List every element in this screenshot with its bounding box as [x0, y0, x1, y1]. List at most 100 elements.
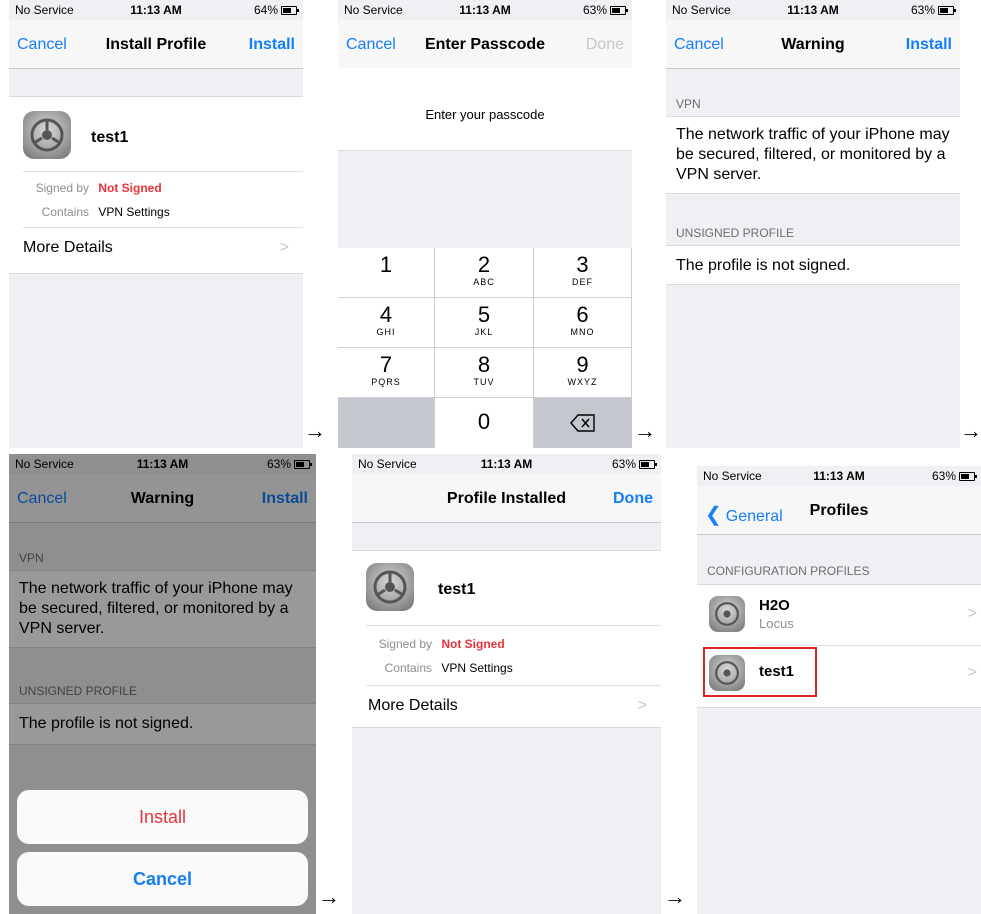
arrow-icon: → — [664, 884, 686, 909]
dim-overlay — [9, 454, 316, 914]
keypad-key-0[interactable]: 0 — [435, 398, 534, 448]
signed-by-value: Not Signed — [441, 637, 505, 651]
profile-name: test1 — [438, 581, 476, 598]
section-header: CONFIGURATION PROFILES — [707, 564, 870, 578]
keypad-key-7[interactable]: 7 PQRS — [338, 348, 435, 398]
vpn-warning-text: The network traffic of your iPhone may b… — [676, 126, 950, 183]
signed-by-value: Not Signed — [98, 181, 162, 195]
more-details-link[interactable]: More Details — [368, 697, 458, 715]
install-confirm-button[interactable]: Install — [17, 790, 308, 844]
contains-value: VPN Settings — [98, 205, 170, 219]
screen-warning: No Service 11:13 AM 63% Cancel Warning I… — [666, 0, 960, 448]
chevron-right-icon: > — [279, 239, 289, 256]
screen-install-profile: No Service 11:13 AM 64% Cancel Install P… — [9, 0, 303, 448]
arrow-icon: → — [318, 884, 340, 909]
keypad-key-9[interactable]: 9 WXYZ — [534, 348, 632, 398]
key-letters: PQRS — [371, 377, 401, 387]
settings-gear-icon — [709, 596, 745, 632]
signed-by-row: Signed by Not Signed — [9, 181, 162, 195]
key-digit: 8 — [477, 352, 491, 377]
list-item-test1[interactable]: test1 > — [697, 646, 981, 706]
keypad-blank — [338, 398, 434, 448]
done-button[interactable]: Done — [613, 490, 653, 508]
key-digit: 5 — [477, 302, 491, 327]
signed-by-label: Signed by — [378, 637, 432, 651]
key-digit: 9 — [576, 352, 589, 377]
settings-gear-icon — [366, 563, 414, 611]
passcode-input[interactable] — [338, 190, 632, 248]
unsigned-card: The profile is not signed. — [666, 245, 960, 285]
profile-name: test1 — [759, 663, 795, 680]
chevron-right-icon: > — [967, 605, 977, 622]
battery-icon — [959, 471, 977, 481]
chevron-right-icon: > — [967, 664, 977, 681]
vpn-warning-card: The network traffic of your iPhone may b… — [666, 116, 960, 194]
profile-card: test1 Signed by Not Signed Contains VPN … — [9, 96, 303, 274]
key-letters: WXYZ — [567, 377, 598, 387]
nav-bar: Cancel Warning Install — [666, 20, 960, 69]
keypad-key-6[interactable]: 6 MNO — [534, 298, 632, 348]
signed-by-row: Signed by Not Signed — [352, 637, 505, 651]
passcode-area: Enter your passcode — [338, 68, 632, 151]
install-button[interactable]: Install — [906, 36, 952, 54]
keypad-key-3[interactable]: 3 DEF — [534, 248, 632, 298]
unsigned-section-header: UNSIGNED PROFILE — [676, 226, 795, 240]
battery-icon — [610, 5, 628, 15]
key-digit: 0 — [477, 409, 491, 434]
keypad-key-1[interactable]: 1 — [338, 248, 435, 298]
profile-subtitle: Locus — [759, 616, 794, 631]
battery-label: 63% — [910, 3, 935, 17]
keypad-key-8[interactable]: 8 TUV — [435, 348, 534, 398]
screen-warning-action-sheet: No Service 11:13 AM 63% Cancel Warning I… — [9, 454, 316, 914]
cancel-sheet-button[interactable]: Cancel — [17, 852, 308, 906]
delete-icon[interactable] — [534, 398, 632, 448]
contains-value: VPN Settings — [441, 661, 513, 675]
profile-name: test1 — [91, 129, 129, 146]
contains-label: Contains — [41, 205, 89, 219]
key-digit: 1 — [379, 252, 393, 277]
keypad-key-2[interactable]: 2 ABC — [435, 248, 534, 298]
key-digit: 3 — [576, 252, 589, 277]
status-bar: No Service 11:13 AM 63% — [352, 454, 661, 474]
unsigned-text: The profile is not signed. — [676, 257, 851, 274]
status-bar: No Service 11:13 AM 63% — [697, 466, 981, 486]
battery-label: 64% — [253, 3, 278, 17]
settings-gear-icon — [709, 655, 745, 691]
battery-icon — [639, 459, 657, 469]
key-digit: 2 — [477, 252, 491, 277]
passcode-prompt: Enter your passcode — [425, 107, 545, 122]
screen-profile-installed: No Service 11:13 AM 63% Profile Installe… — [352, 454, 661, 914]
contains-row: Contains VPN Settings — [9, 205, 170, 219]
status-bar: No Service 11:13 AM 63% — [338, 0, 632, 20]
page-title: Profiles — [809, 502, 869, 519]
contains-row: Contains VPN Settings — [352, 661, 513, 675]
nav-bar: Cancel Install Profile Install — [9, 20, 303, 69]
settings-gear-icon — [23, 111, 71, 159]
more-details-link[interactable]: More Details — [23, 239, 113, 257]
numeric-keypad: 1 2 ABC 3 DEF 4 GHI 5 JKL 6 MNO 7 PQRS 8 TUV 9 WXYZ 0 — [338, 248, 632, 448]
profiles-list: H2O Locus > test1 > — [697, 584, 981, 708]
arrow-icon: → — [634, 418, 656, 443]
profile-card: test1 Signed by Not Signed Contains VPN … — [352, 550, 661, 728]
keypad-key-4[interactable]: 4 GHI — [338, 298, 435, 348]
battery-label: 63% — [611, 457, 636, 471]
nav-bar: Profile Installed Done — [352, 474, 661, 523]
key-digit: 7 — [379, 352, 393, 377]
battery-label: 63% — [931, 469, 956, 483]
screen-profiles: No Service 11:13 AM 63% ❮ General Profile… — [697, 466, 981, 914]
keypad-key-5[interactable]: 5 JKL — [435, 298, 534, 348]
key-letters: GHI — [376, 327, 396, 337]
chevron-right-icon: > — [637, 697, 647, 714]
key-letters: ABC — [473, 277, 495, 287]
status-bar: No Service 11:13 AM 64% — [9, 0, 303, 20]
key-letters: MNO — [570, 327, 595, 337]
key-digit: 6 — [576, 302, 589, 327]
done-button[interactable]: Done — [586, 36, 624, 54]
profile-name: H2O — [759, 597, 790, 614]
install-button[interactable]: Install — [249, 36, 295, 54]
arrow-icon: → — [960, 418, 981, 443]
list-item-h2o[interactable]: H2O Locus > — [697, 585, 981, 645]
nav-bar: ❮ General Profiles — [697, 486, 981, 535]
arrow-icon: → — [304, 418, 326, 443]
signed-by-label: Signed by — [35, 181, 89, 195]
